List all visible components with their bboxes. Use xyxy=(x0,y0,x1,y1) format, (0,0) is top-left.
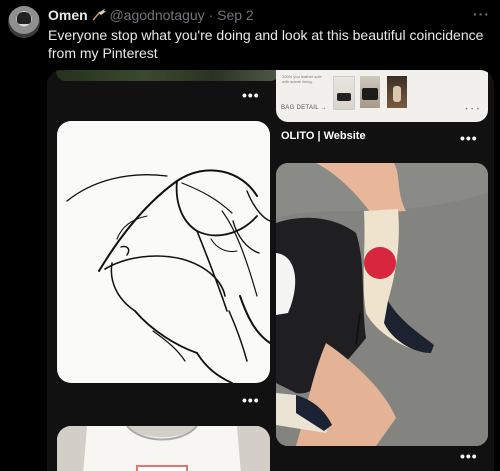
pin-image-partial[interactable] xyxy=(56,70,280,81)
tweet-media-image[interactable]: ••• 100% you leather sole with suede lin… xyxy=(47,70,494,471)
pin-menu-button[interactable]: ••• xyxy=(460,448,478,464)
pin-menu-button[interactable]: ••• xyxy=(460,130,478,146)
shirt-pin-image[interactable] xyxy=(57,426,270,471)
tweet-header: Omen @agodnotaguy · Sep 2 xyxy=(48,6,492,24)
author-avatar[interactable] xyxy=(8,6,40,38)
author-name[interactable]: Omen xyxy=(48,7,88,23)
pin-title[interactable]: OLITO | Website xyxy=(281,130,366,142)
pin-menu-button[interactable]: ••• xyxy=(242,87,260,103)
tweet-date[interactable]: Sep 2 xyxy=(217,7,254,23)
tweet-text: Everyone stop what you're doing and look… xyxy=(48,27,484,61)
broom-emoji-icon xyxy=(91,7,110,23)
bag-thumbnail xyxy=(387,76,407,108)
carousel-indicator: • • • xyxy=(465,107,480,113)
bag-detail-card[interactable]: 100% you leather sole with suede lining.… xyxy=(276,70,488,122)
bag-thumbnail xyxy=(360,76,380,108)
bag-thumbnail xyxy=(333,76,355,110)
sketch-pin-image[interactable] xyxy=(57,121,270,383)
bag-caption: 100% you leather sole with suede lining. xyxy=(282,74,322,84)
author-handle[interactable]: @agodnotaguy xyxy=(109,7,204,23)
bag-detail-link[interactable]: BAG DETAIL → xyxy=(281,105,327,111)
separator: · xyxy=(208,7,214,23)
boots-photo-pin-image[interactable] xyxy=(276,163,488,446)
pin-menu-button[interactable]: ••• xyxy=(242,392,260,408)
more-options-button[interactable]: ··· xyxy=(473,6,490,22)
